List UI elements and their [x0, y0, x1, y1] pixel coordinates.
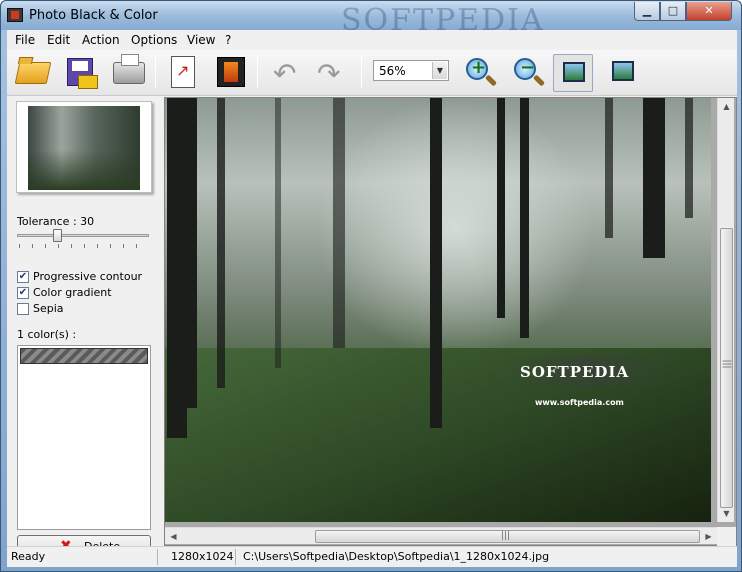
menu-view[interactable]: View	[187, 33, 215, 47]
preview-thumbnail[interactable]	[28, 106, 140, 190]
toolbar-separator	[257, 56, 258, 88]
tree-trunk	[333, 98, 345, 348]
horizontal-scroll-thumb[interactable]: |||	[315, 530, 700, 543]
status-separator	[235, 549, 236, 565]
open-icon	[14, 62, 52, 84]
color-gradient-checkbox[interactable]: ✔	[17, 287, 29, 299]
save-icon	[67, 58, 98, 89]
tree-trunk	[217, 98, 225, 388]
zoom-select[interactable]: 56% ▼	[373, 60, 449, 81]
scroll-right-icon[interactable]: ▶	[700, 528, 717, 545]
print-button[interactable]	[109, 54, 149, 92]
status-state: Ready	[11, 550, 46, 563]
menu-bar: File Edit Action Options View ?	[7, 30, 737, 50]
minimize-button[interactable]: ▁	[634, 2, 660, 21]
progressive-contour-checkbox[interactable]: ✔	[17, 271, 29, 283]
scroll-left-icon[interactable]: ◀	[165, 528, 182, 545]
export-button[interactable]	[163, 54, 203, 92]
preview-thumbnail-frame	[16, 101, 152, 193]
menu-action[interactable]: Action	[82, 33, 120, 47]
tolerance-slider-thumb[interactable]	[53, 229, 62, 242]
status-bar: Ready 1280x1024 C:\Users\Softpedia\Deskt…	[7, 546, 737, 567]
softpedia-url: www.softpedia.com	[535, 398, 624, 407]
colors-count-label: 1 color(s) :	[17, 328, 77, 341]
tree-trunk	[430, 98, 442, 428]
tree-trunk	[605, 98, 613, 238]
tree-trunk	[497, 98, 505, 318]
status-separator	[157, 549, 158, 565]
menu-file[interactable]: File	[15, 33, 35, 47]
menu-edit[interactable]: Edit	[47, 33, 70, 47]
color-gradient-label: Color gradient	[33, 286, 112, 299]
vertical-scrollbar[interactable]: ▲ ||| ▼	[717, 98, 734, 522]
close-button[interactable]: ✕	[686, 2, 732, 21]
undo-icon: ↶	[273, 57, 297, 90]
status-dimensions: 1280x1024	[171, 550, 234, 563]
title-bar[interactable]: Photo Black & Color SOFTPEDIA ▁ □ ✕	[1, 1, 741, 38]
open-button[interactable]	[13, 54, 53, 92]
tree-trunk	[643, 98, 665, 258]
menu-help[interactable]: ?	[225, 33, 231, 47]
scroll-up-icon[interactable]: ▲	[718, 98, 735, 115]
scroll-grip-icon: |||	[501, 531, 511, 541]
tolerance-slider-ticks	[19, 244, 149, 248]
scroll-down-icon[interactable]: ▼	[718, 505, 735, 522]
undo-button[interactable]: ↶	[265, 54, 305, 92]
zoom-out-button[interactable]	[507, 54, 547, 92]
movie-button[interactable]	[211, 54, 251, 92]
scrollbar-corner	[717, 527, 736, 546]
tree-trunk	[187, 98, 197, 408]
status-file-path: C:\Users\Softpedia\Desktop\Softpedia\1_1…	[243, 550, 550, 563]
tree-trunk	[167, 98, 187, 438]
app-window: Photo Black & Color SOFTPEDIA ▁ □ ✕ File…	[0, 0, 742, 572]
scroll-grip-icon: |||	[721, 359, 732, 369]
toolbar-separator	[155, 56, 156, 88]
actual-size-icon	[612, 61, 634, 81]
zoom-value: 56%	[379, 64, 406, 78]
redo-icon: ↷	[317, 57, 341, 90]
window-title: Photo Black & Color	[29, 8, 158, 23]
tree-trunk	[685, 98, 693, 218]
progressive-contour-label: Progressive contour	[33, 270, 143, 283]
softpedia-logo: SOFTPEDIA	[520, 363, 630, 381]
maximize-button[interactable]: □	[660, 2, 686, 21]
image-canvas[interactable]: SOFTPEDIA www.softpedia.com ▲ ||| ▼ ◀ ||…	[164, 97, 737, 546]
zoom-in-icon	[466, 57, 488, 80]
toolbar: ↶ ↷ 56% ▼	[7, 50, 737, 96]
color-list[interactable]	[17, 345, 151, 530]
sepia-checkbox[interactable]	[17, 303, 29, 315]
sepia-label: Sepia	[33, 302, 64, 315]
fit-window-icon	[563, 62, 585, 82]
fit-window-button[interactable]	[553, 54, 593, 92]
zoom-out-icon	[514, 57, 536, 80]
save-button[interactable]	[61, 54, 101, 92]
tolerance-label: Tolerance : 30	[17, 215, 95, 228]
menu-options[interactable]: Options	[131, 33, 177, 47]
zoom-in-button[interactable]	[459, 54, 499, 92]
print-icon	[113, 54, 145, 84]
movie-icon	[217, 57, 245, 87]
color-swatch[interactable]	[20, 348, 148, 364]
app-icon	[7, 8, 23, 22]
options-panel: Tolerance : 30 ✔ Progressive contour ✔ C…	[7, 97, 163, 557]
vertical-scroll-thumb[interactable]: |||	[720, 228, 733, 508]
chevron-down-icon[interactable]: ▼	[432, 62, 447, 79]
tree-trunk	[520, 98, 529, 338]
photo-fog	[315, 98, 595, 358]
forest-photo[interactable]: SOFTPEDIA www.softpedia.com	[165, 98, 711, 522]
client-area: File Edit Action Options View ? ↶ ↷ 56% …	[7, 30, 737, 567]
export-icon	[171, 56, 195, 88]
actual-size-button[interactable]	[603, 54, 643, 92]
tolerance-slider-track[interactable]	[17, 234, 149, 237]
redo-button[interactable]: ↷	[309, 54, 349, 92]
horizontal-scrollbar[interactable]: ◀ ||| ▶	[165, 527, 717, 544]
tree-trunk	[275, 98, 281, 368]
toolbar-separator	[361, 56, 362, 88]
